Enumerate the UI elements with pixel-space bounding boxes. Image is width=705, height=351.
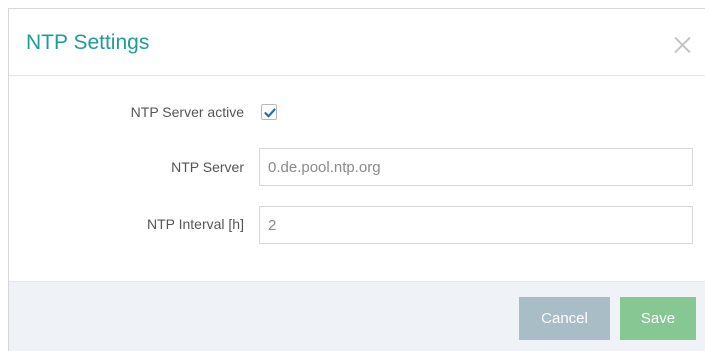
dialog-title: NTP Settings [26, 31, 150, 54]
ntp-server-input[interactable] [259, 148, 693, 186]
dialog-footer: Cancel Save [9, 281, 705, 351]
ntp-interval-input[interactable] [259, 206, 693, 244]
close-icon[interactable] [671, 33, 695, 57]
cancel-button[interactable]: Cancel [519, 297, 610, 340]
dialog-header: NTP Settings [9, 9, 705, 76]
ntp-active-checkbox[interactable] [261, 104, 277, 120]
ntp-settings-dialog: NTP Settings NTP Server active NTP Serve… [8, 8, 705, 351]
checkmark-icon [264, 108, 276, 118]
ntp-interval-label: NTP Interval [h] [146, 216, 244, 232]
ntp-server-label: NTP Server [171, 159, 244, 175]
save-button[interactable]: Save [620, 297, 696, 340]
ntp-active-label: NTP Server active [130, 104, 244, 120]
